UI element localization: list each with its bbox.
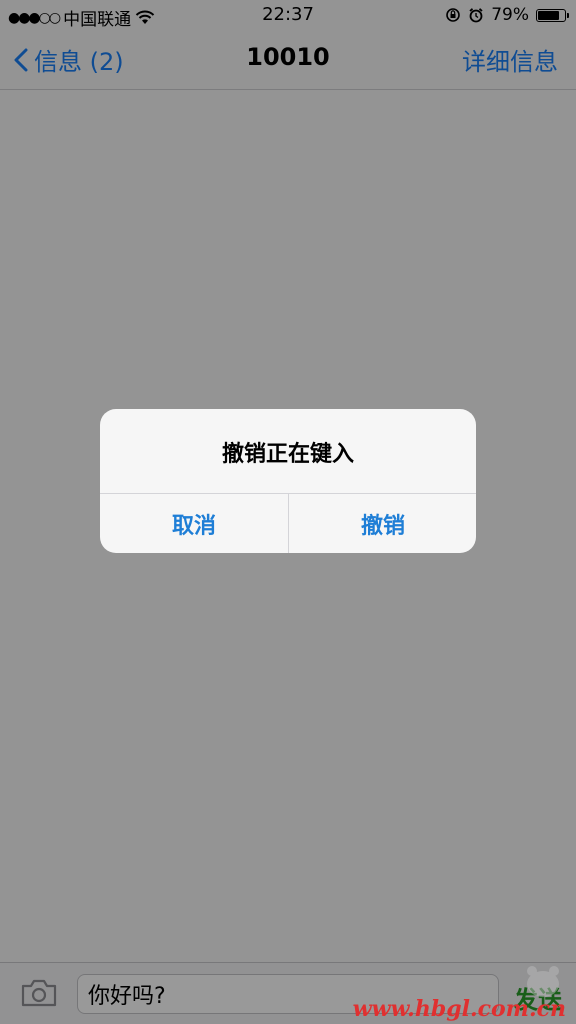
alert-title: 撤销正在键入 [221,442,354,467]
cancel-button[interactable]: 取消 [100,494,288,553]
undo-typing-alert: 撤销正在键入 取消 撤销 [100,409,476,553]
watermark-text: www.hbgl.com.cn [352,996,566,1022]
undo-button[interactable]: 撤销 [289,494,476,553]
